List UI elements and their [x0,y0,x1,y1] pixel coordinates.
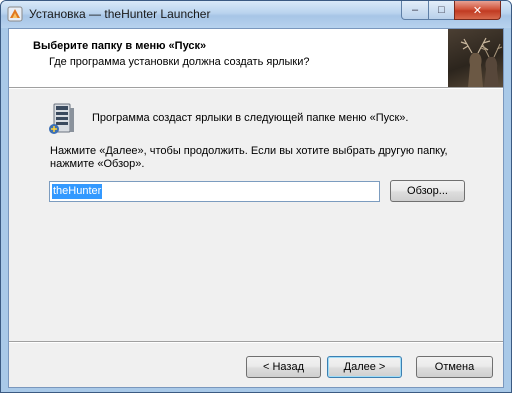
header-separator [9,87,503,89]
minimize-button[interactable]: – [401,1,429,20]
minimize-icon: – [411,4,419,16]
wizard-header: Выберите папку в меню «Пуск» Где програм… [9,29,503,87]
start-menu-folder-input[interactable]: theHunter [49,181,380,202]
maximize-icon: □ [438,4,445,16]
page-subtitle: Где программа установки должна создать я… [49,56,310,68]
close-icon: ✕ [472,4,483,17]
browse-button[interactable]: Обзор... [390,180,465,202]
maximize-button[interactable]: □ [428,1,455,20]
next-button[interactable]: Далее > [327,356,402,378]
installer-window: Установка — theHunter Launcher – □ ✕ Выб… [0,0,512,393]
cancel-button[interactable]: Отмена [416,356,493,378]
installer-app-icon [7,6,23,22]
page-title: Выберите папку в меню «Пуск» [33,40,207,52]
info-text: Программа создаст ярлыки в следующей пап… [92,112,409,124]
back-button[interactable]: < Назад [246,356,321,378]
folder-input-value: theHunter [52,184,103,199]
start-menu-folder-icon [49,103,74,134]
title-bar[interactable]: Установка — theHunter Launcher – □ ✕ [1,1,511,28]
window-title: Установка — theHunter Launcher [29,7,211,21]
footer-separator [9,341,503,343]
wizard-page: Выберите папку в меню «Пуск» Где програм… [8,28,504,388]
instruction-text: Нажмите «Далее», чтобы продолжить. Если … [50,145,448,170]
deer-header-image [448,29,503,87]
close-button[interactable]: ✕ [454,1,501,20]
